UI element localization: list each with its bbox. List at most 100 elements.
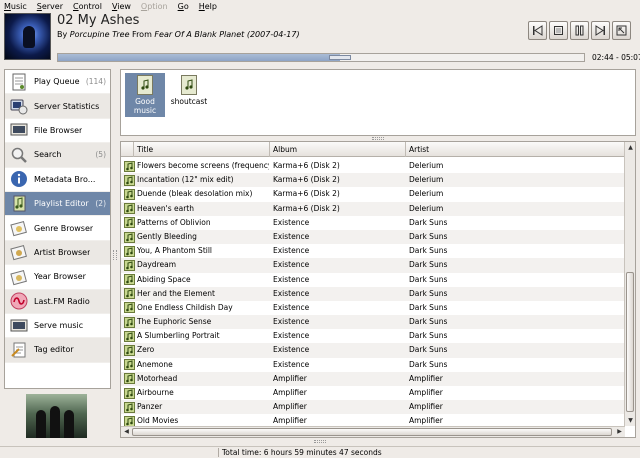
- table-row[interactable]: You, A Phantom Still Existence Dark Suns: [121, 244, 625, 258]
- fullscreen-icon: [616, 25, 627, 36]
- playlist-icon: [9, 72, 29, 92]
- sidebar-item-playlist-editor[interactable]: Playlist Editor (2): [5, 191, 110, 217]
- cell-title: Daydream: [137, 260, 177, 270]
- album-cover[interactable]: [4, 13, 51, 60]
- column-header-artist[interactable]: Artist: [406, 142, 625, 157]
- table-row[interactable]: Flowers become screens (frequency ... Kar…: [121, 159, 625, 173]
- song-icon: [124, 301, 136, 315]
- cell-artist: Amplifier: [409, 388, 443, 397]
- column-header-icon[interactable]: [121, 142, 134, 157]
- table-row[interactable]: A Slumberling Portrait Existence Dark Suns: [121, 329, 625, 343]
- song-icon: [124, 159, 136, 173]
- sidebar-item-artist-browser[interactable]: Artist Browser: [5, 240, 110, 266]
- progress-bar[interactable]: [57, 53, 585, 62]
- artist-icon: [9, 242, 29, 262]
- horizontal-scrollbar[interactable]: ◀ ▶: [121, 426, 625, 437]
- playlist-label: shoutcast: [170, 97, 208, 106]
- song-icon: [124, 358, 136, 372]
- cell-artist: Delerium: [409, 189, 444, 199]
- table-row[interactable]: One Endless Childish Day Existence Dark Su…: [121, 301, 625, 315]
- next-track-button[interactable]: [591, 21, 610, 40]
- cell-album: Amplifier: [273, 388, 307, 397]
- cell-artist: Dark Suns: [409, 331, 448, 341]
- scroll-left-icon[interactable]: ◀: [122, 427, 131, 436]
- sidebar-item-play-queue[interactable]: Play Queue (114): [5, 70, 110, 95]
- table-row[interactable]: Daydream Existence Dark Suns: [121, 258, 625, 273]
- cell-title: Anemone: [137, 359, 173, 369]
- table-row[interactable]: Her and the Element Existence Dark Suns: [121, 286, 625, 301]
- table-row[interactable]: Motorhead Amplifier Amplifier: [121, 371, 625, 386]
- previous-track-button[interactable]: [528, 21, 547, 40]
- stop-icon: [553, 25, 564, 36]
- menu-item-go[interactable]: Go: [178, 2, 189, 11]
- sidebar-item-metadata-bro[interactable]: Metadata Bro...: [5, 168, 110, 192]
- menu-item-view[interactable]: View: [112, 2, 131, 11]
- menu-item-option[interactable]: Option: [141, 2, 168, 11]
- table-row[interactable]: Patterns of Oblivion Existence Dark Suns: [121, 216, 625, 230]
- horizontal-scroll-thumb[interactable]: [132, 428, 612, 436]
- sidebar-item-genre-browser[interactable]: Genre Browser: [5, 216, 110, 241]
- tag-icon: [9, 340, 29, 360]
- cell-artist: Delerium: [409, 161, 444, 170]
- table-row[interactable]: Incantation (12" mix edit) Karma+6 (Disk …: [121, 173, 625, 188]
- cell-album: Amplifier: [273, 402, 307, 412]
- panel-splitter[interactable]: [372, 137, 384, 140]
- sidebar-item-year-browser[interactable]: Year Browser: [5, 265, 110, 290]
- sidebar-item-tag-editor[interactable]: Tag editor: [5, 338, 110, 363]
- vertical-scroll-thumb[interactable]: [626, 272, 634, 412]
- cell-title: One Endless Childish Day: [137, 302, 233, 312]
- cell-album: Karma+6 (Disk 2): [273, 203, 340, 213]
- table-row[interactable]: Airbourne Amplifier Amplifier: [121, 386, 625, 400]
- scroll-down-icon[interactable]: ▼: [626, 416, 635, 425]
- table-row[interactable]: Zero Existence Dark Suns: [121, 343, 625, 358]
- menu-item-server[interactable]: Server: [37, 2, 63, 11]
- sidebar-item-search[interactable]: Search (5): [5, 143, 110, 168]
- table-row[interactable]: Heaven's earth Karma+6 (Disk 2) Delerium: [121, 201, 625, 216]
- playlist-item[interactable]: shoutcast: [169, 73, 209, 106]
- table-rows: Flowers become screens (frequency ... Kar…: [121, 159, 625, 429]
- artist-image: [26, 394, 87, 438]
- sidebar-item-file-browser[interactable]: File Browser: [5, 119, 110, 144]
- bottom-splitter[interactable]: [314, 440, 326, 443]
- pause-button[interactable]: [570, 21, 589, 40]
- cell-album: Existence: [273, 331, 310, 341]
- vertical-scrollbar[interactable]: ▲ ▼: [624, 142, 635, 426]
- sidebar-item-serve-music[interactable]: Serve music: [5, 314, 110, 339]
- table-row[interactable]: Duende (bleak desolation mix) Karma+6 (Di…: [121, 187, 625, 201]
- menu-item-help[interactable]: Help: [199, 2, 217, 11]
- total-time: Total time: 6 hours 59 minutes 47 second…: [218, 448, 382, 457]
- menu-item-control[interactable]: Control: [73, 2, 102, 11]
- stop-button[interactable]: [549, 21, 568, 40]
- column-header-title[interactable]: Title: [134, 142, 270, 157]
- progress-handle[interactable]: [329, 55, 351, 60]
- scroll-right-icon[interactable]: ▶: [615, 427, 624, 436]
- by-label: By: [57, 30, 68, 39]
- sidebar-item-server-statistics[interactable]: Server Statistics: [5, 94, 110, 119]
- song-icon: [124, 343, 136, 357]
- fullscreen-button[interactable]: [612, 21, 631, 40]
- cell-artist: Delerium: [409, 175, 444, 185]
- sidebar-item-last-fm-radio[interactable]: Last.FM Radio: [5, 289, 110, 314]
- cell-artist: Dark Suns: [409, 345, 448, 355]
- cell-title: Panzer: [137, 402, 163, 412]
- cell-album: Existence: [273, 231, 310, 241]
- table-row[interactable]: Anemone Existence Dark Suns: [121, 358, 625, 372]
- cell-artist: Dark Suns: [409, 274, 448, 284]
- menu-item-music[interactable]: Music: [4, 2, 27, 11]
- scroll-up-icon[interactable]: ▲: [626, 143, 635, 152]
- sidebar-item-label: Last.FM Radio: [34, 296, 90, 306]
- column-header-album[interactable]: Album: [270, 142, 406, 157]
- serve-icon: [9, 316, 29, 336]
- table-row[interactable]: Gently Bleeding Existence Dark Suns: [121, 229, 625, 245]
- pause-icon: [574, 25, 585, 36]
- table-row[interactable]: The Euphoric Sense Existence Dark Suns: [121, 315, 625, 330]
- song-icon: [124, 400, 136, 414]
- song-icon: [124, 273, 136, 287]
- table-row[interactable]: Panzer Amplifier Amplifier: [121, 400, 625, 415]
- sidebar-item-label: Server Statistics: [34, 101, 100, 111]
- song-icon: [124, 372, 136, 386]
- playlist-item[interactable]: Good music: [125, 73, 165, 117]
- cell-title: Abiding Space: [137, 274, 191, 284]
- sidebar-splitter[interactable]: [113, 250, 117, 260]
- table-row[interactable]: Abiding Space Existence Dark Suns: [121, 273, 625, 287]
